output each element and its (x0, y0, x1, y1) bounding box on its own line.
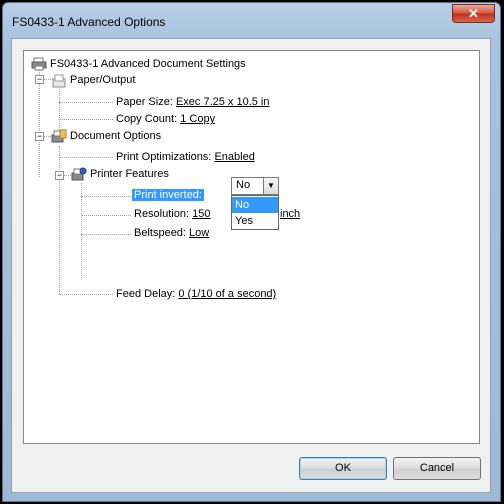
printer-icon (31, 57, 47, 71)
paper-size-value[interactable]: Exec 7.25 x 10.5 in (176, 96, 270, 108)
paper-size-label: Paper Size: (116, 96, 173, 108)
close-button[interactable]: ✕ (452, 4, 495, 23)
tree-item-paper-output[interactable]: Paper/Output (70, 73, 135, 88)
feed-delay-value[interactable]: 0 (1/10 of a second) (178, 288, 276, 300)
tree-item-print-inverted[interactable]: Print inverted: (132, 188, 204, 203)
tree-item-copy-count[interactable]: Copy Count: 1 Copy (116, 112, 215, 127)
print-inverted-dropdown[interactable]: No Yes (231, 195, 279, 230)
dialog-client: FS0433-1 Advanced Document Settings − Pa… (11, 38, 491, 493)
feed-delay-label: Feed Delay: (116, 288, 176, 300)
window-title: FS0433-1 Advanced Options (12, 15, 166, 29)
printer-features-icon (71, 167, 87, 181)
collapse-toggle[interactable]: − (55, 171, 64, 180)
copy-count-label: Copy Count: (116, 113, 178, 125)
tree-item-print-optimizations[interactable]: Print Optimizations: Enabled (116, 150, 255, 165)
print-optimizations-value[interactable]: Enabled (214, 151, 254, 163)
settings-tree[interactable]: FS0433-1 Advanced Document Settings − Pa… (23, 50, 480, 444)
paper-icon (52, 74, 66, 88)
tree-root[interactable]: FS0433-1 Advanced Document Settings (50, 57, 246, 72)
print-inverted-combo[interactable]: No ▼ (231, 177, 279, 195)
tree-item-resolution[interactable]: Resolution: 150 (134, 207, 210, 222)
print-optimizations-label: Print Optimizations: (116, 151, 212, 163)
title-bar[interactable]: FS0433-1 Advanced Options ✕ (3, 3, 500, 37)
beltspeed-label: Beltspeed: (134, 227, 186, 239)
tree-item-document-options[interactable]: Document Options (70, 129, 161, 144)
document-options-icon (51, 129, 67, 143)
chevron-down-icon[interactable]: ▼ (263, 178, 278, 194)
resolution-value-start[interactable]: 150 (192, 208, 210, 220)
ok-button[interactable]: OK (299, 457, 387, 480)
tree-item-feed-delay[interactable]: Feed Delay: 0 (1/10 of a second) (116, 287, 276, 302)
resolution-label: Resolution: (134, 208, 190, 220)
resolution-value-end[interactable]: inch (280, 207, 300, 222)
tree-item-paper-size[interactable]: Paper Size: Exec 7.25 x 10.5 in (116, 95, 270, 110)
dialog-window: FS0433-1 Advanced Options ✕ FS0433-1 Adv… (2, 2, 501, 502)
beltspeed-value[interactable]: Low (189, 227, 209, 239)
tree-item-beltspeed[interactable]: Beltspeed: Low (134, 226, 209, 241)
combo-selected-value: No (236, 179, 251, 191)
collapse-toggle[interactable]: − (35, 132, 44, 141)
collapse-toggle[interactable]: − (35, 75, 44, 84)
close-icon: ✕ (468, 6, 479, 21)
print-inverted-label: Print inverted: (132, 189, 204, 201)
tree-item-printer-features[interactable]: Printer Features (90, 167, 169, 182)
copy-count-value[interactable]: 1 Copy (180, 113, 215, 125)
cancel-button[interactable]: Cancel (393, 457, 481, 480)
dropdown-option-no[interactable]: No (232, 197, 278, 213)
dropdown-option-yes[interactable]: Yes (232, 213, 278, 229)
